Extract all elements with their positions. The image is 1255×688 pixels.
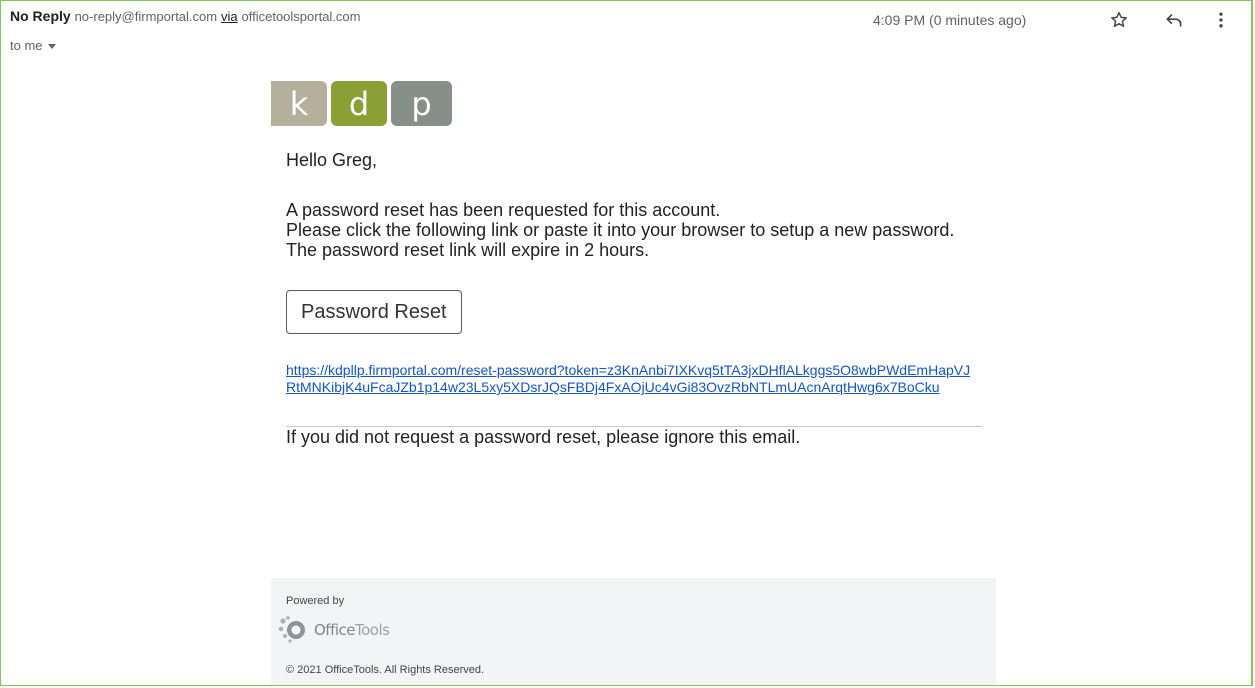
message-body: Hello Greg, A password reset has been re… bbox=[286, 150, 997, 447]
brand-office: Office bbox=[314, 621, 356, 639]
password-reset-button[interactable]: Password Reset bbox=[286, 290, 462, 334]
officetools-wordmark: OfficeTools bbox=[314, 621, 390, 639]
officetools-mark-icon bbox=[278, 616, 305, 643]
officetools-logo: OfficeTools bbox=[277, 615, 390, 645]
message-line-3: The password reset link will expire in 2… bbox=[286, 240, 650, 260]
ignore-note: If you did not request a password reset,… bbox=[286, 427, 801, 447]
message-line-2: Please click the following link or paste… bbox=[286, 220, 955, 240]
kdp-logo: k d p bbox=[271, 81, 997, 126]
footer: Powered by OfficeTools © 2021 OfficeTool… bbox=[271, 578, 996, 685]
reset-password-link[interactable]: https://kdpllp.firmportal.com/reset-pass… bbox=[286, 362, 976, 396]
message-line-1: A password reset has been requested for … bbox=[286, 200, 721, 220]
chevron-down-icon bbox=[47, 44, 56, 50]
email-content: k d p Hello Greg, A password reset has b… bbox=[271, 81, 997, 447]
greeting: Hello Greg, bbox=[286, 150, 378, 170]
brand-tools: Tools bbox=[355, 621, 390, 639]
reply-icon[interactable] bbox=[1161, 7, 1187, 33]
email-frame: No Reply no-reply@firmportal.com via off… bbox=[0, 0, 1253, 686]
sender-row: No Reply no-reply@firmportal.com via off… bbox=[10, 8, 361, 24]
more-vert-icon[interactable] bbox=[1208, 7, 1234, 33]
recipient-toggle[interactable]: to me bbox=[10, 38, 56, 53]
logo-tile-p: p bbox=[391, 81, 452, 126]
via-domain: officetoolsportal.com bbox=[241, 9, 361, 24]
sender-email: no-reply@firmportal.com bbox=[74, 9, 218, 24]
copyright: © 2021 OfficeTools. All Rights Reserved. bbox=[286, 664, 485, 676]
powered-by-label: Powered by bbox=[286, 595, 345, 607]
logo-tile-k: k bbox=[271, 81, 327, 126]
logo-tile-d: d bbox=[331, 81, 387, 126]
sender-name[interactable]: No Reply bbox=[10, 8, 71, 24]
timestamp: 4:09 PM (0 minutes ago) bbox=[873, 12, 1027, 28]
star-icon[interactable] bbox=[1106, 7, 1132, 33]
via-link[interactable]: via bbox=[221, 9, 238, 24]
recipient-label: to me bbox=[10, 38, 43, 53]
